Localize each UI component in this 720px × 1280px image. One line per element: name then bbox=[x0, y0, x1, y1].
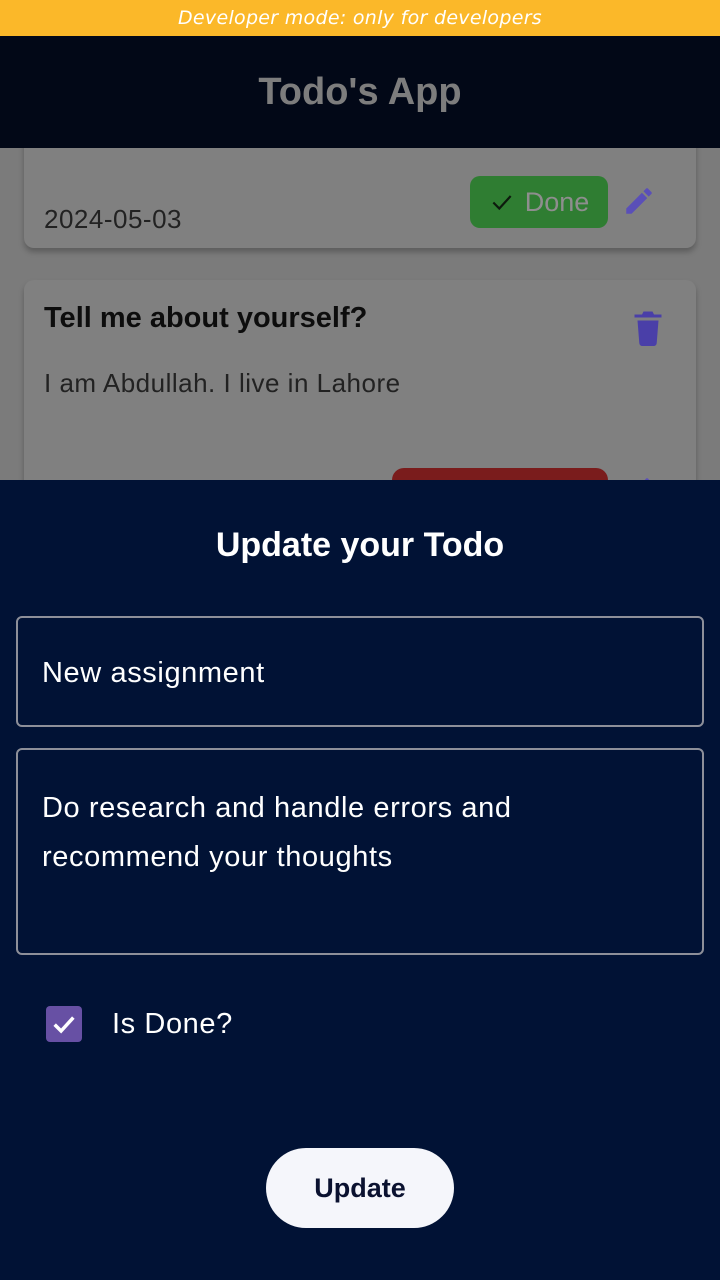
edit-icon[interactable] bbox=[622, 184, 656, 218]
status-chip-done[interactable]: Done bbox=[470, 176, 608, 228]
status-chip-not-done[interactable] bbox=[392, 468, 608, 480]
is-done-checkbox[interactable] bbox=[46, 1006, 82, 1042]
app-bar: Todo's App bbox=[0, 36, 720, 148]
todo-card[interactable]: Tell me about yourself? I am Abdullah. I… bbox=[24, 280, 696, 480]
app-title: Todo's App bbox=[258, 70, 462, 113]
status-chip-label: Done bbox=[524, 186, 590, 217]
todo-date: 2024-05-03 bbox=[44, 204, 182, 234]
todo-list: 2024-05-03 Done Tell me about yourself? … bbox=[0, 148, 720, 480]
developer-mode-banner: Developer mode: only for developers bbox=[0, 0, 720, 36]
sheet-title: Update your Todo bbox=[215, 526, 505, 564]
todo-description: I am Abdullah. I live in Lahore bbox=[44, 368, 401, 398]
is-done-row[interactable]: Is Done? bbox=[46, 1006, 233, 1042]
is-done-label: Is Done? bbox=[112, 1007, 233, 1040]
check-icon bbox=[53, 1016, 75, 1034]
todo-card[interactable]: 2024-05-03 Done bbox=[24, 148, 696, 248]
update-button[interactable]: Update bbox=[266, 1148, 454, 1228]
update-todo-sheet: Update your Todo New assignment Do resea… bbox=[0, 480, 720, 1280]
delete-icon[interactable] bbox=[630, 308, 666, 348]
todo-title: Tell me about yourself? bbox=[44, 302, 368, 334]
description-input[interactable]: Do research and handle errors and recomm… bbox=[16, 748, 704, 955]
title-input[interactable]: New assignment bbox=[16, 616, 704, 727]
check-icon bbox=[492, 195, 512, 211]
